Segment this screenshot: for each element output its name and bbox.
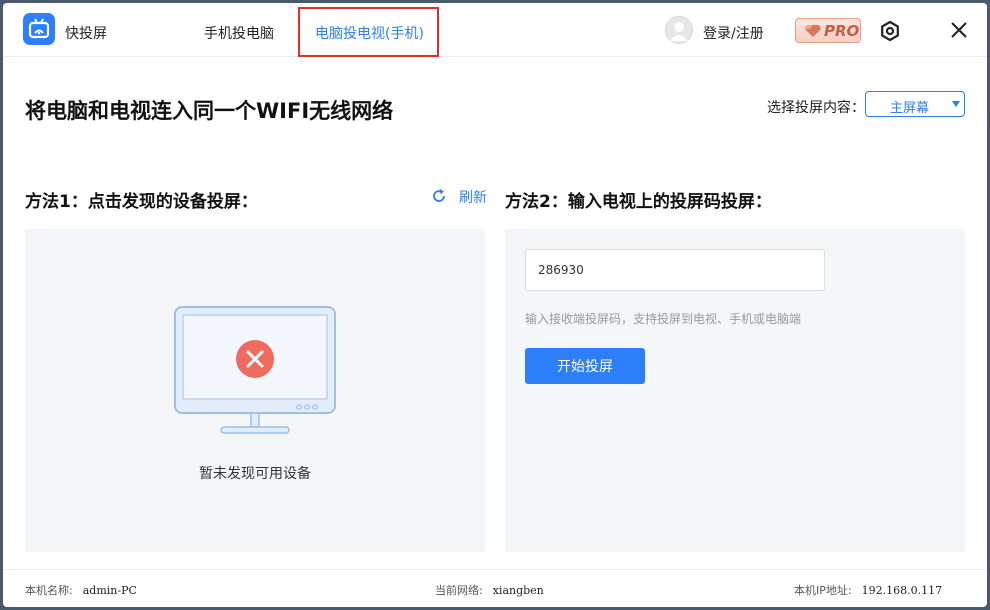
refresh-label: 刷新 bbox=[459, 190, 487, 206]
cast-code-panel: 输入接收端投屏码，支持投屏到电视、手机或电脑端 开始投屏 bbox=[505, 229, 965, 552]
page-title: 将电脑和电视连入同一个WIFI无线网络 bbox=[25, 99, 394, 123]
title-bar: 快投屏 手机投电脑 电脑投电视(手机) 登录/注册 PRO bbox=[3, 3, 987, 57]
settings-icon[interactable] bbox=[879, 20, 901, 42]
app-name: 快投屏 bbox=[65, 26, 107, 42]
chevron-down-icon bbox=[952, 101, 960, 107]
tab-pc-to-tv[interactable]: 电脑投电视(手机) bbox=[315, 23, 424, 43]
monitor-error-icon bbox=[174, 306, 336, 434]
cast-code-hint: 输入接收端投屏码，支持投屏到电视、手机或电脑端 bbox=[525, 312, 802, 326]
ip-info: 本机IP地址: 192.168.0.117 bbox=[794, 582, 942, 598]
start-cast-button[interactable]: 开始投屏 bbox=[525, 348, 645, 384]
network-value: xiangben bbox=[492, 584, 544, 597]
refresh-icon bbox=[433, 189, 445, 202]
ip-value: 192.168.0.117 bbox=[861, 584, 943, 597]
login-register-link[interactable]: 登录/注册 bbox=[703, 23, 764, 43]
network-label: 当前网络: bbox=[435, 584, 483, 597]
method1-title: 方法1：点击发现的设备投屏： bbox=[25, 192, 258, 212]
no-device-text: 暂未发现可用设备 bbox=[199, 466, 311, 482]
hostname-info: 本机名称: admin-PC bbox=[25, 582, 137, 598]
diamond-icon bbox=[805, 25, 821, 37]
user-avatar-icon[interactable] bbox=[665, 16, 693, 44]
network-info: 当前网络: xiangben bbox=[435, 582, 544, 598]
hostname-label: 本机名称: bbox=[25, 584, 73, 597]
pro-button[interactable]: PRO bbox=[795, 18, 861, 43]
pro-label: PRO bbox=[824, 22, 860, 40]
tab-phone-to-pc[interactable]: 手机投电脑 bbox=[204, 23, 274, 43]
app-window: 快投屏 手机投电脑 电脑投电视(手机) 登录/注册 PRO 将电脑和电视连入同一… bbox=[3, 3, 987, 607]
cast-content-select[interactable]: 主屏幕 bbox=[865, 91, 965, 117]
cast-content-label: 选择投屏内容： bbox=[767, 100, 865, 116]
ip-label: 本机IP地址: bbox=[794, 584, 852, 597]
device-discovery-panel: 暂未发现可用设备 bbox=[25, 229, 485, 552]
cast-code-input[interactable] bbox=[525, 249, 825, 291]
method2-title: 方法2：输入电视上的投屏码投屏： bbox=[505, 192, 772, 212]
hostname-value: admin-PC bbox=[82, 584, 137, 597]
tv-logo-icon bbox=[23, 13, 55, 45]
close-icon[interactable] bbox=[949, 20, 969, 40]
status-footer: 本机名称: admin-PC 当前网络: xiangben 本机IP地址: 192.1… bbox=[3, 569, 987, 607]
cast-content-value: 主屏幕 bbox=[890, 101, 930, 116]
